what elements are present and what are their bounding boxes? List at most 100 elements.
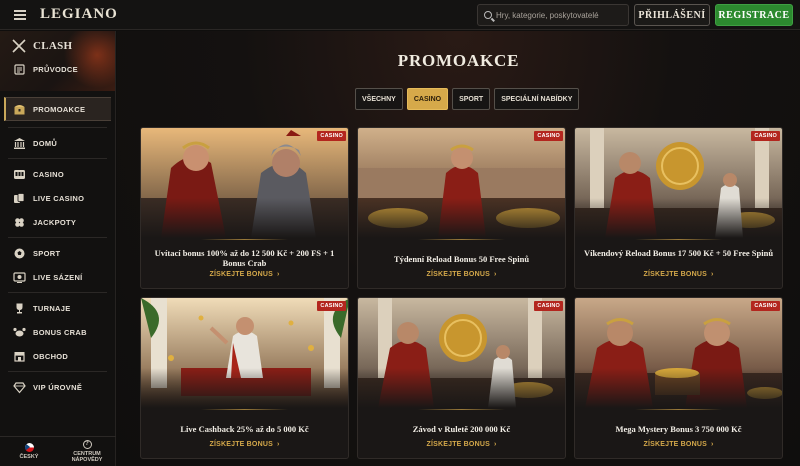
claim-bonus-link[interactable]: ZÍSKEJTE BONUS ›: [358, 441, 565, 448]
language-label: ČESKÝ: [19, 454, 39, 460]
promo-image-shield: [575, 128, 782, 238]
ornament-divider: [201, 409, 288, 410]
main-content: PROMOAKCE VŠECHNY CASINO SPORT SPECIÁLNÍ…: [117, 31, 800, 466]
ornament-divider: [635, 409, 722, 410]
sidebar-item-jackpots[interactable]: JACKPOTY: [0, 210, 115, 234]
sidebar-item-label: PROMOAKCE: [33, 104, 86, 114]
help-center-link[interactable]: ? CENTRUM NÁPOVĚDY: [58, 437, 116, 466]
promo-title: Závod v Ruletě 200 000 Kč: [412, 424, 511, 434]
filter-bar: VŠECHNY CASINO SPORT SPECIÁLNÍ NABÍDKY: [355, 88, 580, 110]
ball-icon: [12, 246, 26, 260]
sidebar-item-label: SPORT: [33, 248, 61, 258]
promo-card[interactable]: CASINO Uvítací bonus 100% až do 12 500 K…: [140, 127, 349, 289]
category-badge: CASINO: [751, 131, 780, 141]
category-badge: CASINO: [534, 131, 563, 141]
trophy-icon: [12, 301, 26, 315]
language-selector[interactable]: ČESKÝ: [0, 437, 58, 466]
page-title: PROMOAKCE: [397, 51, 520, 70]
claim-bonus-link[interactable]: ZÍSKEJTE BONUS ›: [575, 441, 782, 448]
search-box[interactable]: [477, 4, 629, 26]
login-button[interactable]: PŘIHLÁŠENÍ: [634, 4, 710, 26]
sidebar-item-label: VIP ÚROVNĚ: [33, 382, 83, 392]
claim-bonus-link[interactable]: ZÍSKEJTE BONUS ›: [141, 271, 348, 278]
sidebar-item-label: JACKPOTY: [33, 217, 77, 227]
logo[interactable]: LEGIANO: [40, 6, 118, 23]
category-badge: CASINO: [317, 301, 346, 311]
temple-icon: [12, 136, 26, 150]
claim-bonus-link[interactable]: ZÍSKEJTE BONUS ›: [141, 441, 348, 448]
crab-icon: [12, 325, 26, 339]
help-label: CENTRUM NÁPOVĚDY: [71, 451, 103, 463]
divider: [8, 237, 107, 238]
sidebar-item-bonus-crab[interactable]: BONUS CRAB: [0, 320, 115, 344]
sidebar-item-label: DOMŮ: [33, 138, 58, 148]
chevron-right-icon: ›: [710, 271, 714, 278]
sidebar-item-label: BONUS CRAB: [33, 327, 87, 337]
sidebar-item-casino[interactable]: CASINO: [0, 162, 115, 186]
sidebar-item-home[interactable]: DOMŮ: [0, 131, 115, 155]
promo-card[interactable]: CASINO Závod v Ruletě 200 000 Kč ZÍSKEJT…: [357, 297, 566, 459]
cards-icon: [12, 191, 26, 205]
sidebar-item-label: LIVE SÁZENÍ: [33, 272, 83, 282]
czech-flag-icon: [24, 443, 34, 452]
help-icon: ?: [82, 440, 92, 449]
sidebar-item-shop[interactable]: OBCHOD: [0, 344, 115, 368]
ornament-divider: [635, 239, 722, 240]
sidebar-item-label: OBCHOD: [33, 351, 69, 361]
live-bet-icon: [12, 270, 26, 284]
sidebar-item-live-betting[interactable]: LIVE SÁZENÍ: [0, 265, 115, 289]
ornament-divider: [418, 409, 505, 410]
scroll-icon: [12, 62, 26, 76]
category-badge: CASINO: [751, 301, 780, 311]
top-bar: LEGIANO PŘIHLÁŠENÍ REGISTRACE: [0, 0, 800, 30]
sidebar-item-vip[interactable]: VIP ÚROVNĚ: [0, 375, 115, 399]
promo-card[interactable]: CASINO Víkendový Reload Bonus 17 500 Kč …: [574, 127, 783, 289]
promo-image-emperor: [358, 128, 565, 238]
filter-all[interactable]: VŠECHNY: [355, 88, 403, 110]
sidebar-item-guide[interactable]: PRŮVODCE: [0, 57, 115, 81]
ornament-divider: [201, 239, 288, 240]
chevron-right-icon: ›: [276, 271, 280, 278]
promo-image-warriors: [141, 128, 348, 238]
promo-title: Víkendový Reload Bonus 17 500 Kč + 50 Fr…: [583, 248, 774, 258]
divider: [8, 292, 107, 293]
filter-casino[interactable]: CASINO: [406, 88, 449, 110]
promo-image-roulette: [358, 298, 565, 408]
sidebar-item-promotions[interactable]: PROMOAKCE: [4, 97, 111, 121]
claim-bonus-link[interactable]: ZÍSKEJTE BONUS ›: [575, 271, 782, 278]
search-icon: [484, 11, 492, 19]
divider: [8, 127, 107, 128]
register-button[interactable]: REGISTRACE: [715, 4, 793, 26]
claim-bonus-link[interactable]: ZÍSKEJTE BONUS ›: [358, 271, 565, 278]
sidebar-item-tournaments[interactable]: TURNAJE: [0, 296, 115, 320]
treasure-chest-icon: [12, 102, 26, 116]
sidebar-item-label: CASINO: [33, 169, 64, 179]
menu-icon[interactable]: [14, 9, 26, 20]
search-input[interactable]: [496, 10, 626, 20]
shop-icon: [12, 349, 26, 363]
sidebar-item-label: LIVE CASINO: [33, 193, 85, 203]
divider: [8, 158, 107, 159]
clover-icon: [12, 215, 26, 229]
sidebar-item-label: TURNAJE: [33, 303, 71, 313]
filter-sport[interactable]: SPORT: [452, 88, 491, 110]
crossed-swords-icon: [12, 39, 26, 53]
sidebar: CLASH PRŮVODCE PROMOAKCE DOMŮ CASINO LIV…: [0, 31, 116, 466]
ornament-divider: [418, 239, 505, 240]
slot-icon: [12, 167, 26, 181]
filter-special-offers[interactable]: SPECIÁLNÍ NABÍDKY: [494, 88, 580, 110]
promo-title: Mega Mystery Bonus 3 750 000 Kč: [615, 424, 742, 434]
clash-banner[interactable]: CLASH PRŮVODCE: [0, 31, 115, 91]
promo-card[interactable]: CASINO Týdenní Reload Bonus 50 Free Spin…: [357, 127, 566, 289]
sidebar-item-label: PRŮVODCE: [33, 64, 78, 74]
promo-card[interactable]: CASINO Live Cashback 25% až do 5 000 Kč …: [140, 297, 349, 459]
promo-image-caesar: [141, 298, 348, 408]
sidebar-item-clash[interactable]: CLASH: [0, 31, 115, 57]
sidebar-item-live-casino[interactable]: LIVE CASINO: [0, 186, 115, 210]
sidebar-item-sport[interactable]: SPORT: [0, 241, 115, 265]
promo-card[interactable]: CASINO Mega Mystery Bonus 3 750 000 Kč Z…: [574, 297, 783, 459]
promo-title: Uvítací bonus 100% až do 12 500 Kč + 200…: [154, 248, 335, 268]
promo-title: Live Cashback 25% až do 5 000 Kč: [180, 424, 309, 434]
promo-image-treasure: [575, 298, 782, 408]
diamond-icon: [12, 380, 26, 394]
